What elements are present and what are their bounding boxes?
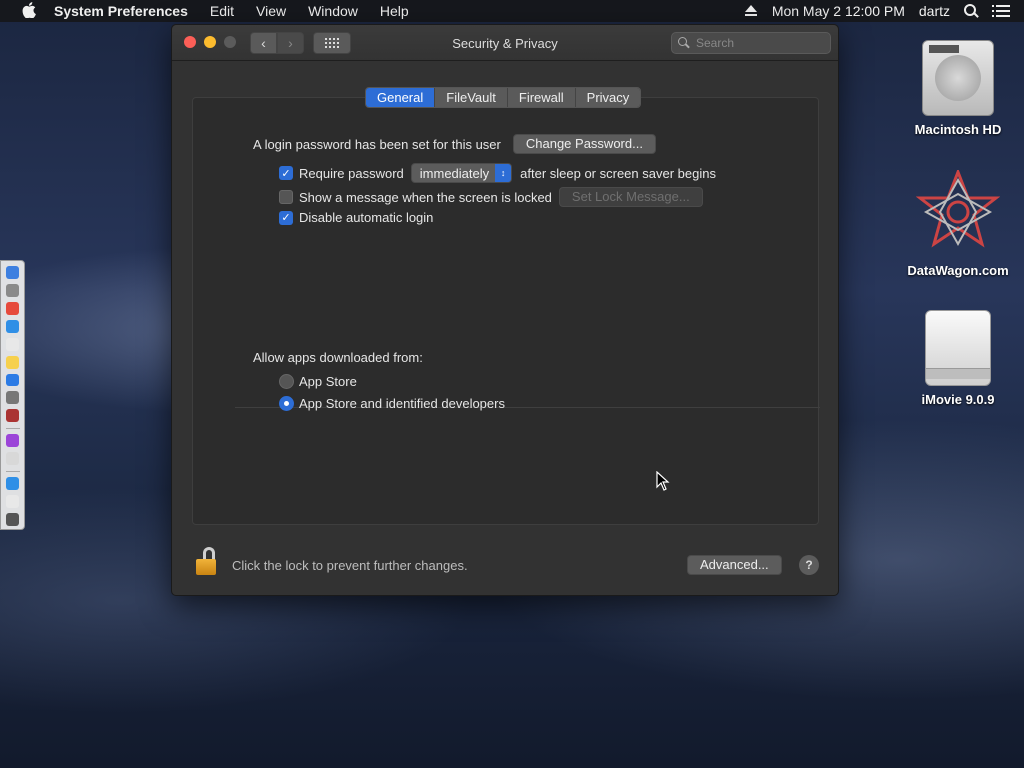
datawagon-logo-icon xyxy=(915,167,1001,248)
require-password-select[interactable]: immediately ↕ xyxy=(410,163,513,183)
app-store-label: App Store xyxy=(299,374,357,389)
app-store-radio[interactable] xyxy=(279,374,294,389)
identified-developers-radio[interactable] xyxy=(279,396,294,411)
tab-filevault[interactable]: FileVault xyxy=(435,88,508,107)
menu-window[interactable]: Window xyxy=(308,3,358,19)
disable-login-label: Disable automatic login xyxy=(299,210,434,225)
set-lock-message-button: Set Lock Message... xyxy=(558,187,703,207)
show-message-label: Show a message when the screen is locked xyxy=(299,189,552,205)
login-password-text: A login password has been set for this u… xyxy=(253,136,501,152)
lock-icon[interactable] xyxy=(196,547,218,577)
apple-menu-icon[interactable] xyxy=(18,1,40,21)
desktop-item-label: Macintosh HD xyxy=(914,122,1002,137)
dock-app-icon[interactable] xyxy=(6,409,19,423)
menu-edit[interactable]: Edit xyxy=(210,3,234,19)
require-password-checkbox[interactable]: ✓ xyxy=(279,166,293,180)
notification-center-icon[interactable] xyxy=(992,5,1010,17)
login-password-row: A login password has been set for this u… xyxy=(253,134,656,154)
menubar-clock[interactable]: Mon May 2 12:00 PM xyxy=(772,3,905,19)
title-bar: ‹ › Security & Privacy Search xyxy=(172,25,838,61)
tab-content-panel xyxy=(192,97,820,525)
disk-image-icon xyxy=(925,310,991,386)
advanced-button[interactable]: Advanced... xyxy=(687,555,782,575)
option-app-store-row[interactable]: App Store xyxy=(279,374,357,389)
app-menu[interactable]: System Preferences xyxy=(54,3,188,19)
menu-help[interactable]: Help xyxy=(380,3,409,19)
search-icon xyxy=(678,37,690,49)
require-password-row: ✓ Require password immediately ↕ after s… xyxy=(279,163,716,183)
dock-app-icon[interactable] xyxy=(6,452,19,466)
dock-app-icon[interactable] xyxy=(6,283,19,297)
identified-developers-label: App Store and identified developers xyxy=(299,396,505,411)
security-privacy-window: ‹ › Security & Privacy Search General Fi… xyxy=(171,24,839,596)
search-input[interactable]: Search xyxy=(671,32,831,54)
dock-separator xyxy=(5,428,20,430)
desktop-item-imovie[interactable]: iMovie 9.0.9 xyxy=(903,310,1013,407)
help-button[interactable]: ? xyxy=(799,555,819,575)
hard-drive-icon xyxy=(922,40,994,116)
desktop-item-datawagon[interactable]: DataWagon.com xyxy=(903,167,1013,278)
show-message-checkbox[interactable] xyxy=(279,190,293,204)
tab-firewall[interactable]: Firewall xyxy=(507,88,576,107)
dock-app-icon[interactable] xyxy=(6,512,19,526)
dock-app-icon[interactable] xyxy=(6,355,19,369)
eject-icon[interactable] xyxy=(744,5,758,17)
lock-status-text: Click the lock to prevent further change… xyxy=(232,558,468,573)
dock-app-icon[interactable] xyxy=(6,301,19,315)
menu-view[interactable]: View xyxy=(256,3,286,19)
show-message-row: Show a message when the screen is locked… xyxy=(279,187,703,207)
dock-app-icon[interactable] xyxy=(6,391,19,405)
search-placeholder: Search xyxy=(696,36,735,50)
tab-privacy[interactable]: Privacy xyxy=(575,88,641,107)
option-identified-row[interactable]: App Store and identified developers xyxy=(279,396,505,411)
desktop-item-macintosh-hd[interactable]: Macintosh HD xyxy=(903,40,1013,137)
require-password-label: Require password xyxy=(299,165,404,181)
dock-app-icon[interactable] xyxy=(6,319,19,333)
tab-bar: General FileVault Firewall Privacy xyxy=(365,87,642,108)
dock-app-icon[interactable] xyxy=(6,373,19,387)
dock xyxy=(0,260,25,530)
spotlight-icon[interactable] xyxy=(964,4,978,18)
chevron-updown-icon: ↕ xyxy=(495,164,512,182)
dock-app-icon[interactable] xyxy=(6,434,19,448)
tab-general[interactable]: General xyxy=(366,88,436,107)
disable-login-checkbox[interactable]: ✓ xyxy=(279,210,293,225)
desktop-item-label: iMovie 9.0.9 xyxy=(921,392,995,407)
dock-app-icon[interactable] xyxy=(6,337,19,351)
require-password-suffix: after sleep or screen saver begins xyxy=(520,165,716,181)
change-password-button[interactable]: Change Password... xyxy=(512,134,656,154)
mouse-cursor-icon xyxy=(656,471,670,491)
dock-app-icon[interactable] xyxy=(6,495,19,508)
desktop-item-label: DataWagon.com xyxy=(907,263,1009,278)
menubar-user[interactable]: dartz xyxy=(919,3,950,19)
dock-app-icon[interactable] xyxy=(6,477,19,491)
disable-login-row: ✓ Disable automatic login xyxy=(279,210,433,225)
dock-separator xyxy=(5,471,20,473)
dock-app-icon[interactable] xyxy=(6,266,19,279)
allow-apps-label: Allow apps downloaded from: xyxy=(253,350,423,365)
select-value: immediately xyxy=(419,165,490,181)
menu-bar: System Preferences Edit View Window Help… xyxy=(0,0,1024,22)
